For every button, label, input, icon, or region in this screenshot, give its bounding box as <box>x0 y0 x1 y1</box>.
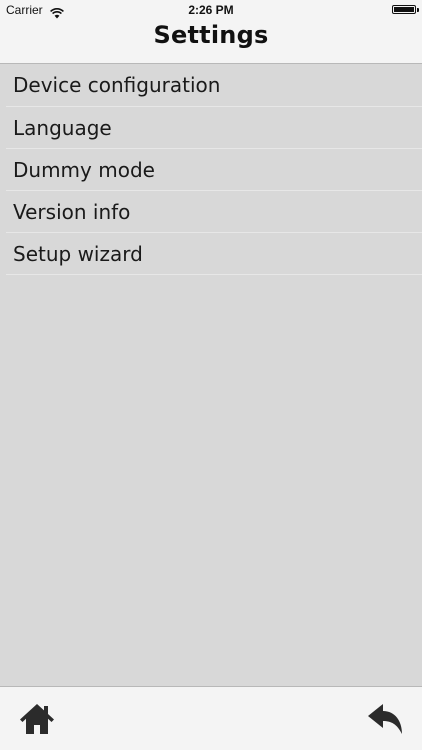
list-item-device-configuration[interactable]: Device configuration <box>6 64 422 107</box>
list-item-language[interactable]: Language <box>6 107 422 149</box>
page-title: Settings <box>153 21 269 49</box>
status-time: 2:26 PM <box>188 3 234 17</box>
reply-back-icon <box>368 704 402 734</box>
settings-list: Device configuration Language Dummy mode… <box>0 64 422 275</box>
home-button[interactable] <box>18 701 56 737</box>
home-icon <box>20 704 54 734</box>
status-bar: Carrier 2:26 PM <box>0 0 422 20</box>
list-item-version-info[interactable]: Version info <box>6 191 422 233</box>
navigation-bar: Settings <box>0 20 422 64</box>
bottom-toolbar <box>0 686 422 750</box>
back-button[interactable] <box>366 701 406 737</box>
list-item-setup-wizard[interactable]: Setup wizard <box>6 233 422 275</box>
list-item-dummy-mode[interactable]: Dummy mode <box>6 149 422 191</box>
battery-icon <box>392 5 416 14</box>
battery-tip <box>417 8 419 12</box>
